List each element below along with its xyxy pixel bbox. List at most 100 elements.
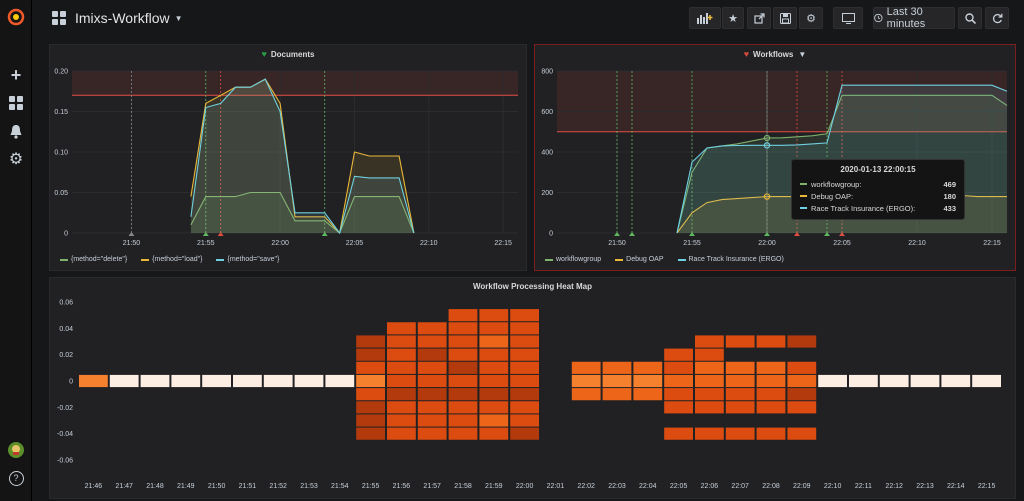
- y-tick-label: 0.06: [59, 300, 73, 307]
- x-tick-label: 22:15: [983, 240, 1001, 247]
- documents-chart: 0 0.05 0.10 0.15 0.20 21:50 21:55 22:00 22:05 22:…: [54, 69, 518, 247]
- x-tick-label: 22:13: [916, 483, 934, 490]
- heatmap-cell: [448, 322, 478, 335]
- heatmap-cell: [387, 388, 416, 401]
- heatmap-cell: [448, 348, 478, 361]
- heatmap-cell: [510, 348, 539, 361]
- heatmap-cell: [602, 388, 632, 401]
- heatmap-cell: [417, 322, 447, 335]
- y-tick-label: 0: [64, 231, 68, 238]
- x-tick-label: 21:57: [423, 483, 441, 490]
- heatmap-cell: [387, 374, 416, 388]
- heatmap-cell: [725, 388, 755, 401]
- y-tick-label: 0.05: [54, 190, 68, 197]
- y-tick-label: -0.02: [57, 405, 73, 412]
- y-tick-label: 0: [549, 231, 553, 238]
- save-icon: [779, 12, 791, 24]
- heatmap-cell: [510, 427, 539, 440]
- help-icon[interactable]: ?: [0, 466, 32, 490]
- tv-icon: [841, 12, 855, 24]
- heatmap-cell: [510, 388, 539, 401]
- y-tick-label: 0.04: [59, 326, 73, 333]
- gear-icon[interactable]: ⚙: [0, 147, 32, 171]
- x-tick-label: 22:04: [639, 483, 657, 490]
- x-tick-label: 21:50: [123, 240, 141, 247]
- add-panel-button[interactable]: [689, 7, 721, 29]
- legend-item[interactable]: {method="save"}: [216, 256, 279, 263]
- time-picker-button[interactable]: Last 30 minutes: [873, 6, 955, 30]
- heatmap-cell: [479, 361, 509, 374]
- heatmap-cell: [787, 335, 817, 348]
- heatmap-cell: [448, 414, 478, 427]
- heatmap-cell: [879, 374, 909, 388]
- x-tick-label: 21:59: [485, 483, 503, 490]
- cycle-view-mode-button[interactable]: [833, 7, 863, 29]
- heatmap-cell: [787, 427, 817, 440]
- x-tick-label: 22:05: [670, 483, 688, 490]
- heatmap-cell: [695, 374, 724, 388]
- x-tick-label: 22:09: [793, 483, 811, 490]
- add-panel-icon: [697, 12, 713, 24]
- panel-title[interactable]: ♥ Workflows ▼: [535, 49, 1015, 59]
- y-tick-label: -0.04: [57, 431, 73, 438]
- settings-button[interactable]: ⚙: [799, 7, 823, 29]
- x-tick-label: 21:48: [146, 483, 164, 490]
- heatmap-cell: [664, 388, 693, 401]
- heatmap-cell: [664, 401, 693, 414]
- heatmap-cell: [910, 374, 940, 388]
- legend-item[interactable]: {method="delete"}: [60, 256, 127, 263]
- heatmap-cell: [756, 388, 786, 401]
- x-tick-label: 21:55: [683, 240, 701, 247]
- x-tick-label: 22:07: [731, 483, 749, 490]
- heatmap-cell: [664, 427, 693, 440]
- save-button[interactable]: [773, 7, 797, 29]
- dashboards-icon[interactable]: [0, 91, 32, 115]
- bell-icon[interactable]: [0, 119, 32, 143]
- workflows-panel: ♥ Workflows ▼ 0 200 400 600 800 21:50 21:55 22:00…: [534, 44, 1016, 271]
- heatmap-cell: [417, 348, 447, 361]
- share-button[interactable]: [747, 7, 771, 29]
- legend-item[interactable]: {method="load"}: [141, 256, 202, 263]
- heatmap-cell: [202, 374, 231, 388]
- grafana-logo-icon[interactable]: [0, 4, 32, 30]
- star-button[interactable]: ★: [722, 7, 744, 29]
- heatmap-cell: [725, 335, 755, 348]
- y-tick-label: 600: [541, 109, 553, 116]
- avatar[interactable]: [0, 438, 32, 462]
- plus-icon[interactable]: +: [0, 63, 32, 87]
- heatmap-cell: [356, 348, 385, 361]
- heatmap-cell: [787, 361, 817, 374]
- heatmap-cell: [448, 388, 478, 401]
- x-tick-label: 22:05: [833, 240, 851, 247]
- refresh-button[interactable]: [985, 7, 1009, 29]
- clock-icon: [874, 13, 883, 23]
- legend-item[interactable]: Debug OAP: [615, 256, 664, 263]
- heatmap-cell: [417, 401, 447, 414]
- heatmap-cell: [356, 414, 385, 427]
- heatmap-cell: [633, 374, 663, 388]
- heatmap-cell: [695, 348, 724, 361]
- heatmap-cell: [510, 335, 539, 348]
- heatmap-cell: [602, 361, 632, 374]
- y-tick-label: 0.15: [54, 109, 68, 116]
- heatmap-cell: [479, 374, 509, 388]
- y-tick-label: -0.06: [57, 458, 73, 465]
- panel-title[interactable]: Workflow Processing Heat Map: [50, 282, 1015, 291]
- heatmap-cell: [356, 427, 385, 440]
- legend-item[interactable]: Race Track Insurance (ERGO): [677, 256, 784, 263]
- x-tick-label: 21:55: [197, 240, 215, 247]
- heatmap-cell: [325, 374, 355, 388]
- heatmap-cell: [387, 348, 416, 361]
- x-tick-label: 22:00: [271, 240, 289, 247]
- legend-item[interactable]: workflowgroup: [545, 256, 601, 263]
- zoom-out-button[interactable]: [958, 7, 982, 29]
- heatmap-chart: 0.06 0.04 0.02 0 -0.02 -0.04 -0.06 21:46 21:47 21…: [57, 300, 1001, 490]
- heatmap-cell: [664, 361, 693, 374]
- heatmap-cell: [756, 361, 786, 374]
- heatmap-cell: [109, 374, 139, 388]
- dashboard-title-button[interactable]: Imixs-Workflow ▼: [52, 10, 183, 26]
- panel-title[interactable]: ♥ Documents: [50, 49, 526, 59]
- heatmap-cell: [633, 388, 663, 401]
- heatmap-cell: [417, 414, 447, 427]
- heatmap-cell: [448, 309, 478, 322]
